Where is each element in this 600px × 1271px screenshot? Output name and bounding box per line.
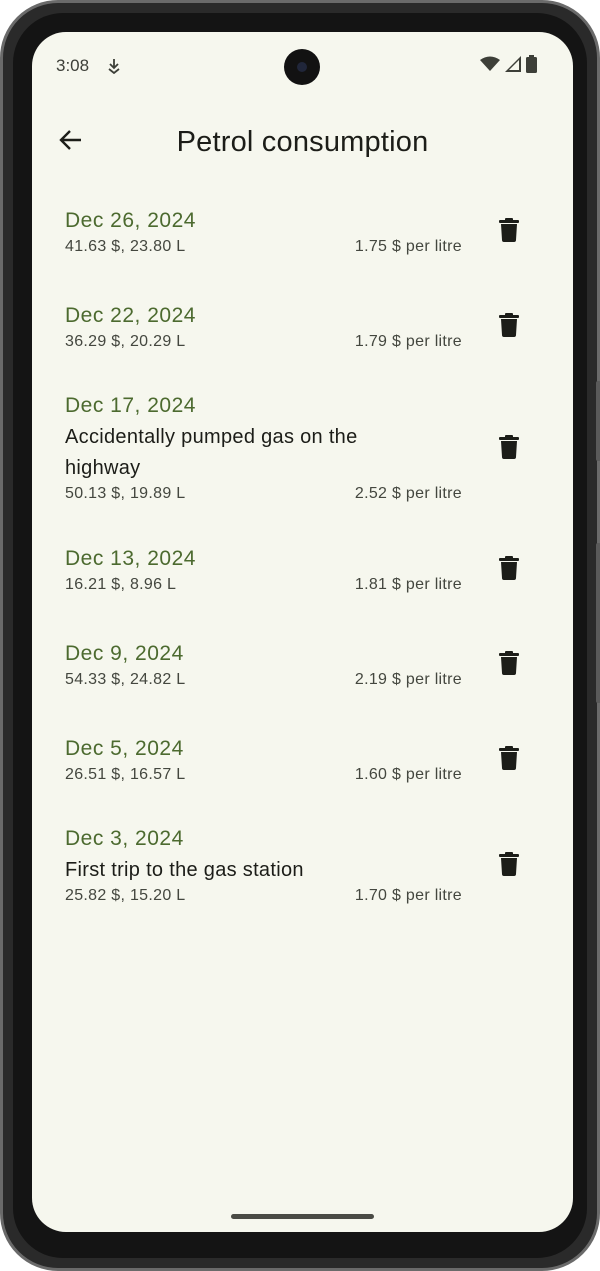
entry-rate: 2.19 $ per litre: [354, 671, 462, 688]
delete-icon: [499, 555, 519, 585]
entry-rate: 1.81 $ per litre: [354, 576, 462, 593]
entry-rate: 2.52 $ per litre: [354, 485, 462, 502]
list-item[interactable]: Dec 9, 2024 54.33 $, 24.82 L 2.19 $ per …: [32, 642, 573, 722]
delete-button[interactable]: [494, 745, 524, 775]
entry-amount: 54.33 $, 24.82 L: [65, 671, 186, 688]
entry-amount: 41.63 $, 23.80 L: [65, 238, 186, 255]
delete-button[interactable]: [494, 851, 524, 881]
entry-rate: 1.70 $ per litre: [354, 887, 462, 904]
front-camera: [284, 49, 320, 85]
entry-note: Accidentally pumped gas on the highway: [65, 426, 358, 479]
entry-date: Dec 13, 2024: [65, 547, 196, 570]
entry-rate: 1.79 $ per litre: [354, 333, 462, 350]
entry-rate: 1.60 $ per litre: [354, 766, 462, 783]
page-title: Petrol consumption: [176, 126, 429, 158]
status-bar: 3:08: [32, 32, 573, 100]
entry-note: First trip to the gas station: [65, 859, 304, 881]
entry-date: Dec 9, 2024: [65, 642, 184, 665]
top-app-bar: Petrol consumption: [32, 112, 573, 172]
phone-frame: 3:08 Petrol consumption Dec 26, 2024 41.…: [0, 0, 600, 1271]
screen: 3:08 Petrol consumption Dec 26, 2024 41.…: [32, 32, 573, 1232]
entry-date: Dec 3, 2024: [65, 827, 184, 850]
wifi-icon: [480, 56, 500, 77]
status-time: 3:08: [56, 56, 90, 75]
home-indicator[interactable]: [231, 1214, 374, 1219]
list-item[interactable]: Dec 13, 2024 16.21 $, 8.96 L 1.81 $ per …: [32, 547, 573, 627]
list-item[interactable]: Dec 3, 2024 First trip to the gas statio…: [32, 827, 573, 917]
entry-date: Dec 26, 2024: [65, 209, 196, 232]
entry-rate: 1.75 $ per litre: [354, 238, 462, 255]
delete-button[interactable]: [494, 434, 524, 464]
entry-amount: 25.82 $, 15.20 L: [65, 887, 186, 904]
list-item[interactable]: Dec 26, 2024 41.63 $, 23.80 L 1.75 $ per…: [32, 209, 573, 289]
power-button: [596, 543, 600, 703]
delete-icon: [499, 650, 519, 680]
list-item[interactable]: Dec 17, 2024 Accidentally pumped gas on …: [32, 394, 573, 514]
battery-icon: [526, 54, 537, 78]
delete-button[interactable]: [494, 312, 524, 342]
delete-button[interactable]: [494, 650, 524, 680]
status-icons: [480, 54, 537, 78]
notification-icon: [107, 58, 121, 75]
entry-amount: 50.13 $, 19.89 L: [65, 485, 186, 502]
delete-button[interactable]: [494, 555, 524, 585]
entry-amount: 16.21 $, 8.96 L: [65, 576, 177, 593]
entry-amount: 36.29 $, 20.29 L: [65, 333, 186, 350]
entry-amount: 26.51 $, 16.57 L: [65, 766, 186, 783]
delete-icon: [499, 312, 519, 342]
list-item[interactable]: Dec 22, 2024 36.29 $, 20.29 L 1.79 $ per…: [32, 304, 573, 384]
volume-button: [596, 381, 600, 461]
cellular-signal-icon: [505, 55, 521, 77]
entry-date: Dec 17, 2024: [65, 394, 196, 417]
delete-icon: [499, 434, 519, 464]
delete-icon: [499, 217, 519, 247]
delete-icon: [499, 851, 519, 881]
delete-icon: [499, 745, 519, 775]
list-item[interactable]: Dec 5, 2024 26.51 $, 16.57 L 1.60 $ per …: [32, 737, 573, 817]
entry-date: Dec 22, 2024: [65, 304, 196, 327]
delete-button[interactable]: [494, 217, 524, 247]
entry-date: Dec 5, 2024: [65, 737, 184, 760]
